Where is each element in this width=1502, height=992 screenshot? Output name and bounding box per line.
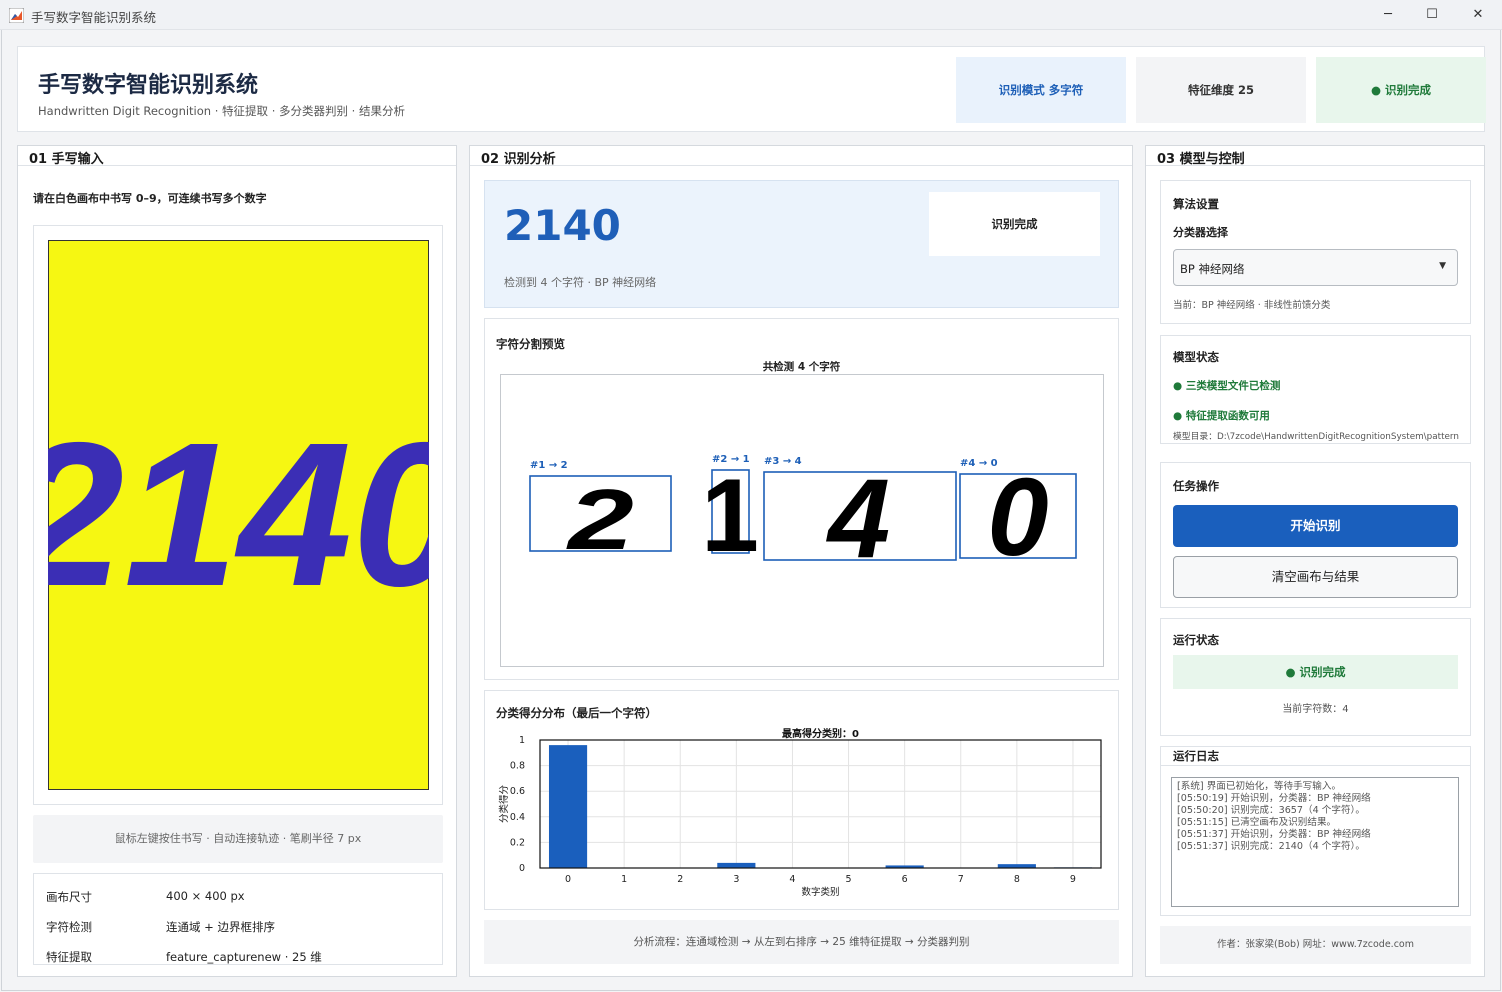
score-bar-chart: 0 0.2 0.4 0.6 0.8 1 0 1 2 3 4 5 6 7 8 9 数字类别 最高得分类别：0 分类得分 [498,727,1102,898]
score-bar [548,745,588,868]
y-tick-label: 0 [519,863,525,874]
score-bar [717,862,756,868]
matlab-app-icon [9,8,24,23]
x-tick-label: 3 [733,874,739,885]
canvas-frame: 2140 [33,225,443,805]
result-status: 识别完成 [929,192,1100,256]
title-bar: 手写数字智能识别系统 ─ ☐ ✕ [0,0,1502,30]
segment-digit: 1 [701,458,759,574]
segmentation-card: 字符分割预览 共检测 4 个字符 #1 → 2 #2 → 1 #3 → 4 #4… [484,318,1119,680]
classifier-label: 分类器选择 [1173,226,1228,239]
input-panel: 01 手写输入 请在白色画布中书写 0–9，可连续书写多个数字 2140 鼠标左… [17,145,457,977]
x-tick-label: 6 [902,874,908,885]
y-tick-label: 0.6 [510,786,525,797]
x-tick-label: 7 [958,874,964,885]
seg-subtitle: 共检测 4 个字符 [762,361,841,373]
x-tick-label: 5 [846,874,852,885]
y-tick-label: 0.8 [510,761,525,772]
close-button[interactable]: ✕ [1467,4,1489,26]
divider [18,165,456,166]
segmentation-preview: #1 → 2 #2 → 1 #3 → 4 #4 → 0 2 1 4 0 [500,374,1104,667]
segment-digit: 2 [566,472,634,567]
divider [1146,165,1484,166]
y-axis-label: 分类得分 [498,785,510,824]
classifier-select[interactable]: BP 神经网络 ▼ [1173,249,1458,286]
chart-title: 最高得分类别：0 [782,727,859,740]
segment-digit: 4 [826,456,890,581]
segmentation-svg: #1 → 2 #2 → 1 #3 → 4 #4 → 0 2 1 4 0 [529,454,1077,581]
score-card: 分类得分分布（最后一个字符） 0 0.2 0.4 0.6 0.8 1 0 1 2 3 4 5 6 7 8 9 数… [484,690,1119,910]
info-label: 画布尺寸 [46,890,92,904]
app-header: 手写数字智能识别系统 Handwritten Digit Recognition… [17,46,1486,132]
info-value: feature_capturenew · 25 维 [166,950,322,964]
info-value: 连通域 + 边界框排序 [166,920,275,934]
start-recognition-button[interactable]: 开始识别 [1173,505,1458,547]
log-card: 运行日志 [系统] 界面已初始化，等待手写输入。 [05:50:19] 开始识别… [1160,746,1471,916]
model-title: 模型状态 [1173,350,1219,364]
x-tick-label: 8 [1014,874,1020,885]
chevron-down-icon: ▼ [1439,261,1446,271]
score-title: 分类得分分布（最后一个字符） [496,706,657,720]
seg-title: 字符分割预览 [496,337,565,351]
classifier-value: BP 神经网络 [1180,262,1245,276]
handwritten-digits: 2140 [48,400,429,629]
brush-hint: 鼠标左键按住书写 · 自动连接轨迹 · 笔刷半径 7 px [33,815,443,863]
x-tick-label: 4 [789,874,795,885]
model-status-item: ● 特征提取函数可用 [1173,410,1270,422]
info-value: 400 × 400 px [166,889,245,903]
app-subtitle: Handwritten Digit Recognition · 特征提取 · 多… [38,104,405,118]
canvas-info: 画布尺寸 400 × 400 px 字符检测 连通域 + 边界框排序 特征提取 … [33,873,443,965]
run-log[interactable]: [系统] 界面已初始化，等待手写输入。 [05:50:19] 开始识别，分类器：… [1171,777,1459,907]
x-axis-label: 数字类别 [801,886,839,898]
minimize-button[interactable]: ─ [1377,4,1399,26]
result-card: 2140 检测到 4 个字符 · BP 神经网络 识别完成 [484,180,1119,308]
model-directory: 模型目录：D:\7zcode\HandwrittenDigitRecogniti… [1173,432,1459,442]
drawing-canvas[interactable]: 2140 [48,240,429,790]
segment-digit: 0 [987,456,1048,579]
run-status-card: 运行状态 ● 识别完成 当前字符数：4 [1160,618,1471,736]
info-label: 字符检测 [46,920,92,934]
classifier-note: 当前：BP 神经网络 · 非线性前馈分类 [1173,300,1331,311]
result-detail: 检测到 4 个字符 · BP 神经网络 [504,276,657,289]
clear-canvas-button[interactable]: 清空画布与结果 [1173,556,1458,598]
task-title: 任务操作 [1173,479,1219,493]
algo-title: 算法设置 [1173,197,1219,211]
status-badge: ● 识别完成 [1316,57,1486,123]
y-tick-label: 1 [519,735,525,746]
mode-badge: 识别模式 多字符 [956,57,1126,123]
log-title: 运行日志 [1173,749,1219,763]
segment-label: #1 → 2 [530,460,568,471]
result-value: 2140 [504,201,621,250]
algorithm-card: 算法设置 分类器选择 BP 神经网络 ▼ 当前：BP 神经网络 · 非线性前馈分… [1160,180,1471,324]
info-label: 特征提取 [46,950,92,964]
model-status-card: 模型状态 ● 三类模型文件已检测 ● 特征提取函数可用 模型目录：D:\7zco… [1160,335,1471,444]
task-card: 任务操作 开始识别 清空画布与结果 [1160,462,1471,608]
char-count: 当前字符数：4 [1282,704,1349,715]
x-tick-label: 9 [1070,874,1076,885]
window-title: 手写数字智能识别系统 [31,10,157,25]
analysis-panel: 02 识别分析 2140 检测到 4 个字符 · BP 神经网络 识别完成 字符… [469,145,1133,977]
maximize-button[interactable]: ☐ [1421,4,1443,26]
app-title: 手写数字智能识别系统 [38,73,259,98]
run-status: ● 识别完成 [1173,655,1458,689]
divider [1161,765,1470,766]
input-instruction: 请在白色画布中书写 0–9，可连续书写多个数字 [33,192,267,205]
control-panel: 03 模型与控制 算法设置 分类器选择 BP 神经网络 ▼ 当前：BP 神经网络… [1145,145,1485,977]
author-footer: 作者：张家梁(Bob) 网址：www.7zcode.com [1160,926,1471,964]
y-tick-label: 0.4 [510,812,525,823]
segment-label: #3 → 4 [764,456,802,467]
analysis-flow: 分析流程：连通域检测 → 从左到右排序 → 25 维特征提取 → 分类器判别 [484,920,1119,964]
x-tick-label: 1 [621,874,627,885]
x-tick-label: 2 [677,874,683,885]
feature-dim-badge: 特征维度 25 [1136,57,1306,123]
run-title: 运行状态 [1173,633,1219,647]
x-tick-label: 0 [565,874,571,885]
y-tick-label: 0.2 [510,837,525,848]
model-status-item: ● 三类模型文件已检测 [1173,380,1281,392]
divider [470,165,1132,166]
